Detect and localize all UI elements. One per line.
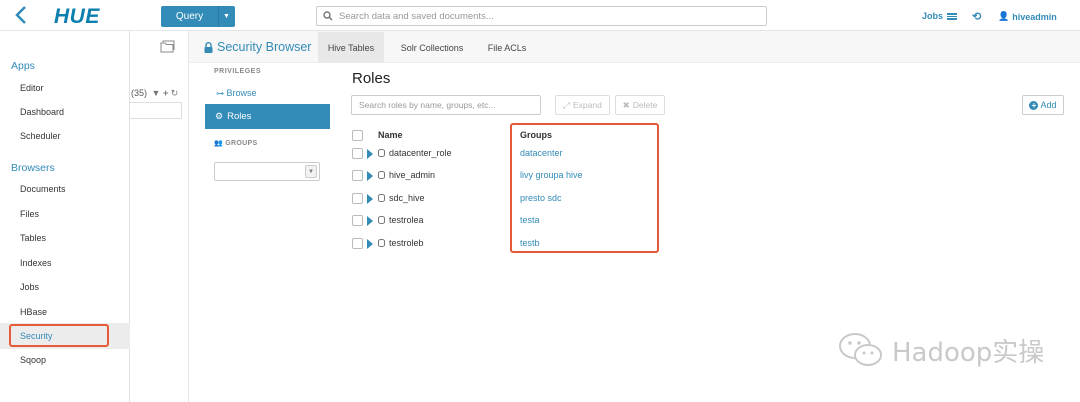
column-header-name: Name: [378, 130, 403, 140]
roles-title: Roles: [352, 70, 391, 87]
nav-item-scheduler[interactable]: Scheduler: [20, 131, 61, 141]
role-name: testroleb: [389, 238, 424, 248]
role-name: hive_admin: [389, 170, 436, 180]
left-navigation: Apps Editor Dashboard Scheduler Browsers…: [0, 31, 130, 402]
row-checkbox[interactable]: [352, 193, 363, 204]
expand-button[interactable]: ⤢ Expand: [555, 95, 610, 115]
expand-row-icon[interactable]: [367, 239, 373, 249]
nav-item-files[interactable]: Files: [20, 209, 39, 219]
username: hiveadmin: [1012, 11, 1057, 22]
nav-item-editor[interactable]: Editor: [20, 83, 44, 93]
nav-item-dashboard[interactable]: Dashboard: [20, 107, 64, 117]
nav-item-documents[interactable]: Documents: [20, 184, 66, 194]
database-icon: [378, 171, 385, 179]
watermark: Hadoop实操: [838, 330, 1044, 370]
expand-row-icon[interactable]: [367, 149, 373, 159]
groups-heading: 👥 GROUPS: [214, 139, 257, 147]
assist-filter-input[interactable]: [130, 102, 182, 119]
expand-row-icon[interactable]: [367, 171, 373, 181]
tab-hive-tables[interactable]: Hive Tables: [318, 32, 384, 63]
expand-icon: ⤢: [563, 99, 570, 110]
database-icon: [378, 239, 385, 247]
assist-panel: [130, 31, 189, 402]
search-icon: [323, 11, 333, 21]
database-icon: [378, 216, 385, 224]
nav-item-tables[interactable]: Tables: [20, 233, 46, 243]
role-name: testrolea: [389, 215, 424, 225]
row-checkbox[interactable]: [352, 215, 363, 226]
expand-label: Expand: [572, 100, 602, 110]
app-title-text: Security Browser: [217, 40, 312, 54]
jobs-label: Jobs: [922, 11, 944, 21]
list-icon: [947, 12, 958, 20]
caret-down-icon[interactable]: ▼: [218, 6, 234, 27]
select-arrow-icon[interactable]: ▼: [305, 165, 317, 178]
roles-nav-item[interactable]: ⚙ Roles: [205, 104, 330, 129]
watermark-text: Hadoop实操: [892, 337, 1045, 368]
app-title: Security Browser: [204, 40, 311, 54]
add-label: Add: [1040, 100, 1057, 110]
nav-item-sqoop[interactable]: Sqoop: [20, 355, 46, 365]
database-icon: [378, 149, 385, 157]
delete-button[interactable]: ✖ Delete: [615, 95, 665, 115]
roles-nav-label: Roles: [227, 111, 252, 122]
roles-search-placeholder: Search roles by name, groups, etc...: [359, 100, 496, 110]
global-search-placeholder: Search data and saved documents...: [339, 10, 494, 22]
refresh-icon[interactable]: ↻: [171, 88, 179, 98]
user-icon: 👤: [998, 11, 1010, 21]
browse-link[interactable]: ⊶ Browse: [216, 88, 257, 98]
tab-solr-collections[interactable]: Solr Collections: [390, 32, 474, 63]
expand-row-icon[interactable]: [367, 216, 373, 226]
select-all-checkbox[interactable]: [352, 130, 363, 141]
row-checkbox[interactable]: [352, 170, 363, 181]
groups-select[interactable]: ▼: [214, 162, 320, 181]
browsers-heading: Browsers: [11, 162, 55, 174]
delete-icon: ✖: [622, 99, 630, 110]
query-button-label: Query: [175, 11, 204, 22]
lock-icon: [204, 41, 213, 53]
apps-heading: Apps: [11, 60, 35, 72]
privileges-heading: PRIVILEGES: [214, 68, 262, 75]
add-role-button[interactable]: + Add: [1022, 95, 1064, 115]
browse-label: Browse: [226, 88, 257, 98]
role-name: datacenter_role: [389, 148, 452, 158]
plus-icon[interactable]: +: [163, 88, 168, 98]
back-arrow-icon[interactable]: [14, 5, 32, 27]
jobs-link[interactable]: Jobs: [922, 11, 958, 21]
filter-icon[interactable]: ▼: [152, 88, 161, 98]
query-button[interactable]: Query ▼: [161, 6, 235, 27]
roles-search-input[interactable]: Search roles by name, groups, etc...: [351, 95, 541, 115]
delete-label: Delete: [632, 100, 658, 110]
nav-item-jobs[interactable]: Jobs: [20, 282, 39, 292]
tab-file-acls[interactable]: File ACLs: [479, 32, 535, 63]
groups-highlight-box: [510, 123, 659, 253]
plus-circle-icon: +: [1029, 100, 1039, 110]
assist-count: (35) ▼ + ↻: [131, 88, 178, 99]
assist-count-value: (35): [131, 88, 148, 98]
row-checkbox[interactable]: [352, 238, 363, 249]
user-menu[interactable]: 👤 hiveadmin: [998, 11, 1057, 22]
global-search-input[interactable]: Search data and saved documents...: [316, 6, 767, 26]
role-name: sdc_hive: [389, 193, 425, 203]
users-icon: 👥: [214, 140, 224, 147]
nav-item-indexes[interactable]: Indexes: [20, 258, 52, 268]
hue-logo[interactable]: HUE: [54, 5, 100, 29]
wechat-icon: [839, 333, 882, 366]
expand-row-icon[interactable]: [367, 194, 373, 204]
security-highlight-box: [9, 324, 109, 347]
history-icon[interactable]: ⟲: [972, 10, 981, 23]
folder-icon[interactable]: [160, 40, 175, 56]
nav-item-hbase[interactable]: HBase: [20, 307, 47, 317]
groups-heading-label: GROUPS: [225, 140, 258, 147]
roles-icon: ⚙: [215, 111, 224, 121]
database-icon: [378, 194, 385, 202]
row-checkbox[interactable]: [352, 148, 363, 159]
sitemap-icon: ⊶: [216, 89, 224, 98]
